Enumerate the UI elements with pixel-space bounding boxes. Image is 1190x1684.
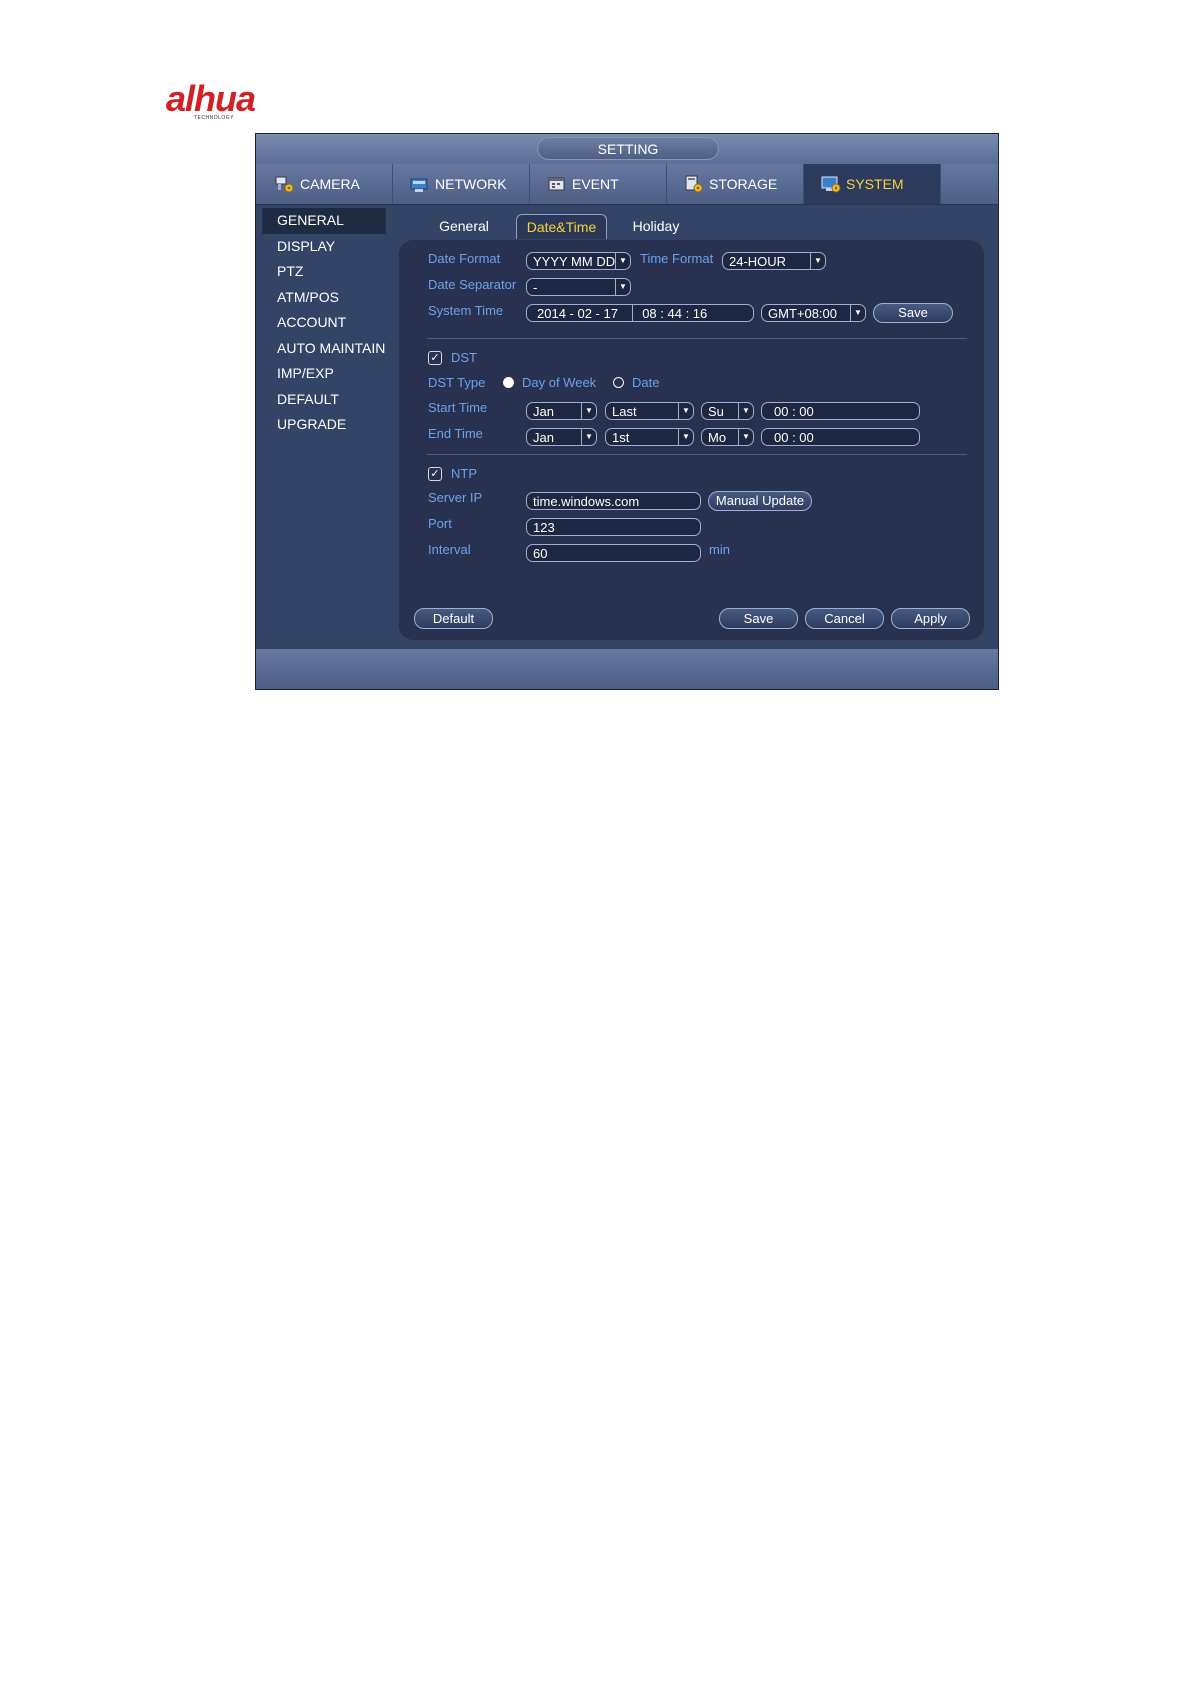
chevron-down-icon: ▼ <box>678 429 693 445</box>
divider <box>427 338 967 339</box>
cancel-button[interactable]: Cancel <box>805 608 884 629</box>
event-icon <box>546 174 568 194</box>
start-day-select[interactable]: Su ▼ <box>701 402 754 420</box>
setting-window: SETTING CAMERA NETWORK EVENT STORAGE SYS… <box>255 133 999 690</box>
tab-system[interactable]: SYSTEM <box>804 164 941 204</box>
chevron-down-icon: ▼ <box>615 279 630 295</box>
start-time-input[interactable]: 00 : 00 <box>761 402 920 420</box>
sidebar-item-upgrade[interactable]: UPGRADE <box>262 412 386 438</box>
tab-camera[interactable]: CAMERA <box>256 164 393 204</box>
port-input[interactable]: 123 <box>526 518 701 536</box>
tab-general[interactable]: General <box>434 214 494 239</box>
ntp-label: NTP <box>451 466 477 481</box>
tab-date-time[interactable]: Date&Time <box>516 214 607 239</box>
day-of-week-label: Day of Week <box>522 375 597 390</box>
storage-icon <box>683 174 705 194</box>
manual-update-button[interactable]: Manual Update <box>708 491 812 511</box>
logo-subtext: TECHNOLOGY <box>194 115 235 121</box>
sidebar-item-ptz[interactable]: PTZ <box>262 259 386 285</box>
system-time-label: System Time <box>428 303 504 318</box>
chevron-down-icon: ▼ <box>581 429 596 445</box>
time-format-label: Time Format <box>640 251 714 266</box>
time-format-select[interactable]: 24-HOUR ▼ <box>722 252 826 270</box>
sidebar: GENERAL DISPLAY PTZ ATM/POS ACCOUNT AUTO… <box>262 208 386 438</box>
title-bar: SETTING <box>256 134 998 164</box>
chevron-down-icon: ▼ <box>738 429 753 445</box>
end-time-input[interactable]: 00 : 00 <box>761 428 920 446</box>
dst-checkbox[interactable]: ✓ <box>428 351 442 365</box>
chevron-down-icon: ▼ <box>738 403 753 419</box>
dst-label: DST <box>451 350 477 365</box>
radio-day-of-week[interactable] <box>503 377 514 388</box>
date-option-label: Date <box>632 375 660 390</box>
end-time-label: End Time <box>428 426 483 441</box>
chevron-down-icon: ▼ <box>678 403 693 419</box>
radio-date[interactable] <box>613 377 624 388</box>
server-ip-input[interactable]: time.windows.com <box>526 492 701 510</box>
tab-storage[interactable]: STORAGE <box>667 164 804 204</box>
system-date-value: 2014 - 02 - 17 <box>537 306 618 321</box>
system-clock-value: 08 : 44 : 16 <box>642 306 708 321</box>
save-time-button[interactable]: Save <box>873 303 953 323</box>
interval-label: Interval <box>428 542 471 557</box>
interval-input[interactable]: 60 <box>526 544 701 562</box>
chevron-down-icon: ▼ <box>810 253 825 269</box>
timezone-select[interactable]: GMT+08:00 ▼ <box>761 304 866 322</box>
port-label: Port <box>428 516 452 531</box>
date-separator-label: Date Separator <box>428 277 517 292</box>
date-separator-select[interactable]: - ▼ <box>526 278 631 296</box>
sidebar-item-imp-exp[interactable]: IMP/EXP <box>262 361 386 387</box>
date-format-select[interactable]: YYYY MM DD ▼ <box>526 252 631 270</box>
end-week-select[interactable]: 1st ▼ <box>605 428 694 446</box>
sidebar-item-atm-pos[interactable]: ATM/POS <box>262 285 386 311</box>
chevron-down-icon: ▼ <box>615 253 630 269</box>
sidebar-item-default[interactable]: DEFAULT <box>262 387 386 413</box>
tab-event[interactable]: EVENT <box>530 164 667 204</box>
start-time-label: Start Time <box>428 400 488 415</box>
window-title: SETTING <box>537 137 719 160</box>
dahua-logo: alhua TECHNOLOGY <box>164 78 284 126</box>
default-button[interactable]: Default <box>414 608 493 629</box>
interval-unit: min <box>709 542 730 557</box>
sidebar-item-account[interactable]: ACCOUNT <box>262 310 386 336</box>
tab-network[interactable]: NETWORK <box>393 164 530 204</box>
tab-holiday[interactable]: Holiday <box>626 214 686 239</box>
dst-type-label: DST Type <box>428 375 486 390</box>
ntp-checkbox[interactable]: ✓ <box>428 467 442 481</box>
camera-gear-icon <box>274 174 296 194</box>
start-week-select[interactable]: Last ▼ <box>605 402 694 420</box>
divider <box>427 454 967 455</box>
start-month-select[interactable]: Jan ▼ <box>526 402 597 420</box>
apply-button[interactable]: Apply <box>891 608 970 629</box>
main-tab-bar: CAMERA NETWORK EVENT STORAGE SYSTEM <box>256 164 998 205</box>
status-bar <box>256 649 998 689</box>
sidebar-item-general[interactable]: GENERAL <box>262 208 386 234</box>
network-icon <box>409 174 431 194</box>
end-month-select[interactable]: Jan ▼ <box>526 428 597 446</box>
system-icon <box>820 174 842 194</box>
end-day-select[interactable]: Mo ▼ <box>701 428 754 446</box>
logo-wordmark: alhua <box>166 78 256 119</box>
server-ip-label: Server IP <box>428 490 483 505</box>
sidebar-item-auto-maintain[interactable]: AUTO MAINTAIN <box>262 336 386 362</box>
date-format-label: Date Format <box>428 251 501 266</box>
date-time-panel: Date Format YYYY MM DD ▼ Time Format 24-… <box>399 240 984 640</box>
sidebar-item-display[interactable]: DISPLAY <box>262 234 386 260</box>
chevron-down-icon: ▼ <box>850 305 865 321</box>
system-time-input[interactable]: 2014 - 02 - 17 08 : 44 : 16 <box>526 304 754 322</box>
save-button[interactable]: Save <box>719 608 798 629</box>
chevron-down-icon: ▼ <box>581 403 596 419</box>
